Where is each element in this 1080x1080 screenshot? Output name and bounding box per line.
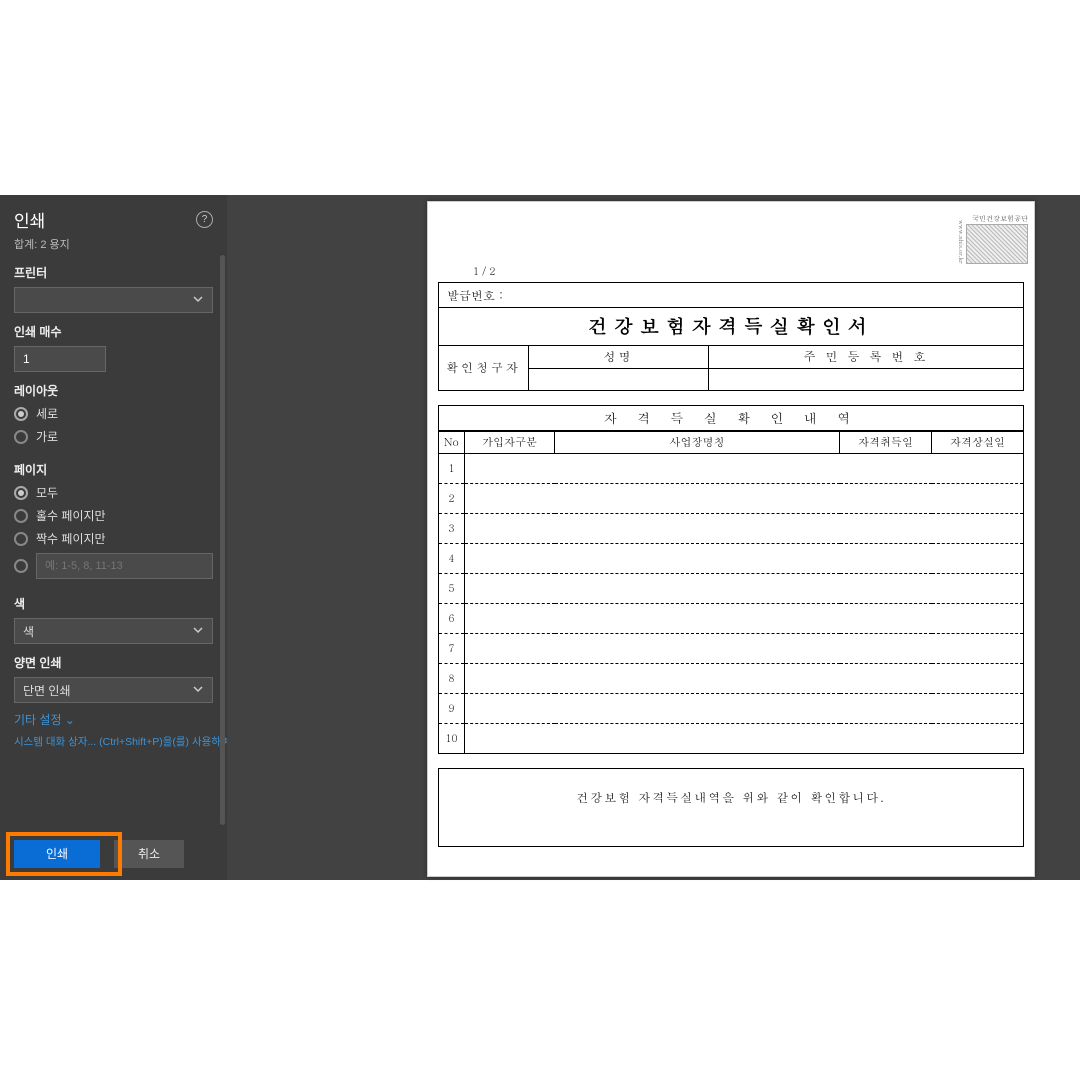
layout-landscape-label: 가로 [36, 428, 58, 445]
requester-label: 확인청구자 [439, 346, 529, 390]
copies-label: 인쇄 매수 [14, 323, 213, 340]
table-row: 6 [439, 603, 1024, 633]
table-row: 7 [439, 633, 1024, 663]
requester-table: 확인청구자 성명 주 민 등 록 번 호 [438, 346, 1024, 391]
pages-all-label: 모두 [36, 484, 58, 501]
row-no: 7 [439, 633, 465, 663]
radio-icon [14, 532, 28, 546]
name-label: 성명 [529, 346, 709, 368]
stamp-org: 국민건강보험공단 [972, 213, 1028, 223]
layout-portrait-label: 세로 [36, 405, 58, 422]
issuer-stamp: 국민건강보험공단 www.nhis.or.kr [958, 208, 1028, 264]
layout-label: 레이아웃 [14, 382, 213, 399]
printer-label: 프린터 [14, 264, 213, 281]
copies-input[interactable] [14, 346, 106, 372]
row-no: 2 [439, 483, 465, 513]
print-settings-sidebar: 인쇄 ? 합계: 2 용지 프린터 인쇄 매수 레이아웃 세로 가로 [0, 195, 227, 880]
table-row: 9 [439, 693, 1024, 723]
stamp-url: www.nhis.or.kr [957, 220, 966, 264]
col-type: 가입자구분 [465, 431, 555, 453]
pages-custom-input[interactable] [36, 553, 213, 579]
help-icon[interactable]: ? [196, 211, 213, 228]
issue-number-row: 발급번호 : [438, 282, 1024, 308]
chevron-down-icon [192, 293, 204, 308]
row-no: 5 [439, 573, 465, 603]
rrn-value [709, 368, 1024, 390]
history-title: 자 격 득 실 확 인 내 역 [438, 405, 1024, 431]
chevron-down-icon: ⌄ [65, 713, 75, 727]
dialog-title: 인쇄 [14, 207, 45, 232]
dialog-button-row: 인쇄 취소 [0, 830, 227, 880]
chevron-down-icon [192, 624, 204, 639]
confirmation-text: 건강보험 자격득실내역을 위와 같이 확인합니다. [438, 768, 1024, 847]
duplex-value: 단면 인쇄 [23, 684, 71, 698]
pages-custom-option[interactable] [14, 553, 213, 579]
stamp-pattern-icon [966, 224, 1028, 264]
table-row: 2 [439, 483, 1024, 513]
total-pages: 합계: 2 용지 [14, 236, 213, 252]
print-button[interactable]: 인쇄 [14, 840, 100, 868]
table-row: 4 [439, 543, 1024, 573]
more-settings-link[interactable]: 기타 설정 ⌄ [0, 705, 89, 734]
pages-all-option[interactable]: 모두 [14, 484, 213, 501]
radio-icon [14, 509, 28, 523]
pages-even-label: 짝수 페이지만 [36, 530, 106, 547]
col-workplace: 사업장명칭 [555, 431, 840, 453]
rrn-label: 주 민 등 록 번 호 [709, 346, 1024, 368]
table-row: 1 [439, 453, 1024, 483]
table-row: 5 [439, 573, 1024, 603]
col-no: No [439, 431, 465, 453]
table-row: 3 [439, 513, 1024, 543]
layout-landscape-option[interactable]: 가로 [14, 428, 213, 445]
history-table: No 가입자구분 사업장명칭 자격취득일 자격상실일 12345678910 [438, 431, 1024, 754]
row-no: 6 [439, 603, 465, 633]
row-no: 1 [439, 453, 465, 483]
row-no: 3 [439, 513, 465, 543]
print-dialog-window: 인쇄 ? 합계: 2 용지 프린터 인쇄 매수 레이아웃 세로 가로 [0, 195, 1080, 880]
system-dialog-hint[interactable]: 시스템 대화 상자... (Ctrl+Shift+P)을(를) 사용하여 [0, 734, 227, 749]
row-no: 9 [439, 693, 465, 723]
color-select[interactable]: 색 [14, 618, 213, 644]
print-preview-area: 1 / 2 국민건강보험공단 www.nhis.or.kr 발급번호 : 건강보… [227, 195, 1080, 880]
table-row: 10 [439, 723, 1024, 753]
name-value [529, 368, 709, 390]
radio-icon [14, 486, 28, 500]
duplex-label: 양면 인쇄 [14, 654, 213, 671]
sidebar-scrollbar[interactable] [220, 255, 225, 825]
pages-odd-label: 홀수 페이지만 [36, 507, 106, 524]
color-label: 색 [14, 595, 213, 612]
col-lose: 자격상실일 [932, 431, 1024, 453]
document-body: 발급번호 : 건강보험자격득실확인서 확인청구자 성명 주 민 등 록 번 호 [438, 282, 1024, 847]
duplex-select[interactable]: 단면 인쇄 [14, 677, 213, 703]
preview-page: 1 / 2 국민건강보험공단 www.nhis.or.kr 발급번호 : 건강보… [427, 201, 1035, 877]
radio-icon [14, 407, 28, 421]
document-title: 건강보험자격득실확인서 [438, 308, 1024, 346]
pages-label: 페이지 [14, 461, 213, 478]
row-no: 4 [439, 543, 465, 573]
row-no: 8 [439, 663, 465, 693]
row-no: 10 [439, 723, 465, 753]
pages-odd-option[interactable]: 홀수 페이지만 [14, 507, 213, 524]
radio-icon [14, 559, 28, 573]
pages-even-option[interactable]: 짝수 페이지만 [14, 530, 213, 547]
table-row: 8 [439, 663, 1024, 693]
radio-icon [14, 430, 28, 444]
page-indicator: 1 / 2 [473, 264, 495, 278]
layout-portrait-option[interactable]: 세로 [14, 405, 213, 422]
chevron-down-icon [192, 683, 204, 698]
color-value: 색 [23, 625, 34, 639]
cancel-button[interactable]: 취소 [114, 840, 184, 868]
printer-select[interactable] [14, 287, 213, 313]
col-acquire: 자격취득일 [840, 431, 932, 453]
